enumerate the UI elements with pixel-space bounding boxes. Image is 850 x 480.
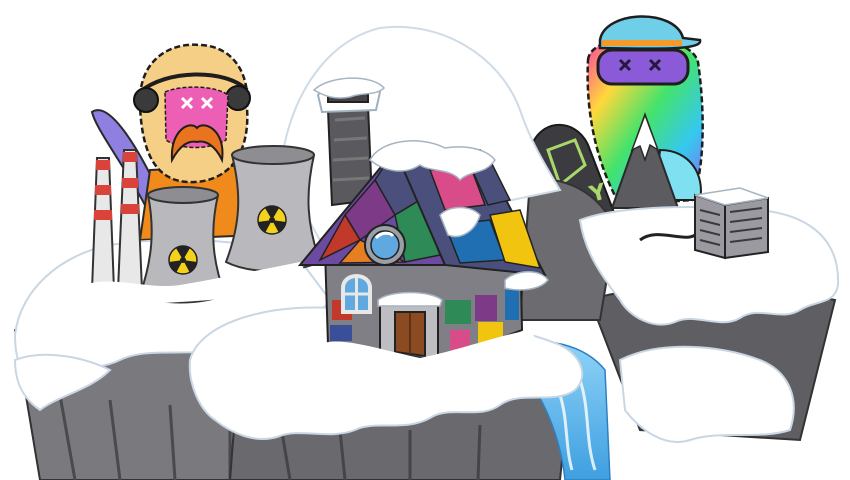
right-yeti-goggles (596, 48, 690, 86)
smokestack-left (90, 157, 116, 291)
radiation-hazard-icon (168, 245, 198, 275)
attic-round-window (364, 224, 406, 266)
cooling-tower-right (224, 145, 322, 272)
left-earcup-right (225, 85, 251, 111)
radiation-hazard-icon (257, 205, 287, 235)
cottage-door (377, 291, 443, 362)
cottage-arched-window (341, 274, 372, 314)
left-earcup-left (133, 87, 159, 113)
winter-island-scene: Y (13, 15, 840, 480)
right-cap-band (602, 40, 682, 46)
